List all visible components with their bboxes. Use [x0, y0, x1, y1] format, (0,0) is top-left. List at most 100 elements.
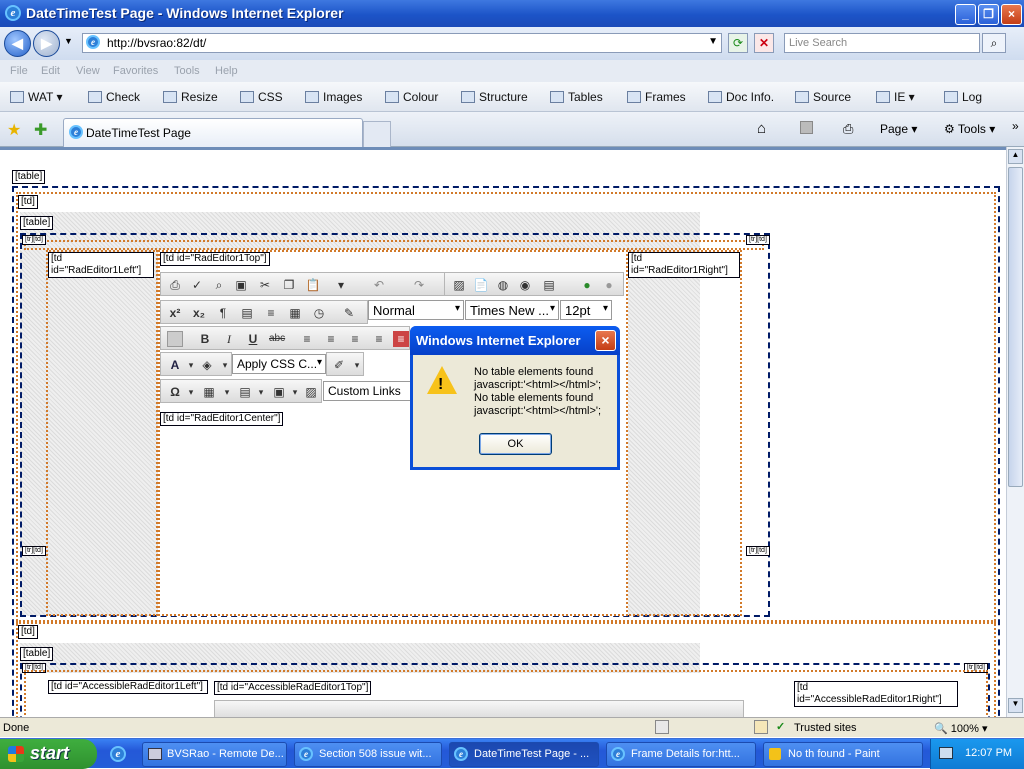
format-stripper-icon[interactable]: ✎ [341, 305, 357, 321]
log-button[interactable]: Log [944, 90, 982, 104]
cut-icon[interactable]: ✂ [257, 277, 273, 293]
format-painter-icon[interactable]: ✐ [331, 357, 347, 373]
task-section-508[interactable]: e Section 508 issue wit... [294, 742, 442, 767]
image-manager-icon[interactable]: ▨ [451, 277, 467, 293]
print-icon[interactable]: ⎙ [843, 121, 853, 137]
insert-time-icon[interactable]: ◷ [311, 305, 327, 321]
vertical-scrollbar[interactable]: ▲ ▼ [1006, 147, 1024, 717]
menu-favorites[interactable]: Favorites [113, 65, 158, 77]
spellcheck-icon[interactable]: ✓ [189, 277, 205, 293]
forward-button[interactable]: ▶ [33, 30, 60, 57]
insert-date-icon[interactable]: ▦ [287, 305, 303, 321]
strikethrough-icon[interactable]: abc [269, 331, 285, 347]
back-button[interactable]: ◀ [4, 30, 31, 57]
more-chevron-icon[interactable]: » [1012, 119, 1019, 133]
new-tab-button[interactable] [363, 121, 391, 147]
back-color-dropdown-icon[interactable]: ▾ [217, 357, 233, 373]
snippets-dropdown-icon[interactable]: ▾ [253, 384, 269, 400]
hyperlink-icon[interactable]: ● [579, 277, 595, 293]
address-field[interactable]: e http://bvsrao:82/dt/ ▼ [82, 33, 722, 53]
dialog-close-button[interactable]: × [595, 330, 616, 351]
fore-color-icon[interactable]: A [167, 357, 183, 373]
scroll-thumb[interactable] [1008, 167, 1023, 487]
format-block-icon[interactable]: ▤ [239, 305, 255, 321]
tab-datetimetest[interactable]: e DateTimeTest Page [63, 118, 363, 147]
paste-options-icon[interactable]: ▾ [333, 277, 349, 293]
fore-color-dropdown-icon[interactable]: ▾ [183, 357, 199, 373]
source-button[interactable]: Source [795, 90, 851, 104]
images-button[interactable]: Images [305, 90, 362, 104]
bold-icon[interactable]: B [197, 331, 213, 347]
home-icon[interactable]: ⌂ [757, 120, 766, 137]
underline-icon[interactable]: U [245, 331, 261, 347]
minimize-button[interactable]: _ [955, 4, 976, 25]
frames-button[interactable]: Frames [627, 90, 686, 104]
tools-menu[interactable]: ⚙ Tools ▾ [944, 122, 995, 136]
media-manager-icon[interactable]: ◉ [517, 277, 533, 293]
refresh-icon[interactable]: ⟳ [728, 33, 748, 53]
search-input[interactable]: Live Search [784, 33, 980, 53]
insert-table-icon[interactable]: ▦ [201, 384, 217, 400]
bullets-icon[interactable]: ≡ [393, 331, 409, 347]
colour-button[interactable]: Colour [385, 90, 438, 104]
paragraph-icon[interactable]: ¶ [215, 305, 231, 321]
symbols-icon[interactable]: Ω [167, 384, 183, 400]
start-button[interactable]: start [0, 739, 97, 769]
undo-icon[interactable]: ↶ [371, 277, 387, 293]
align-center-icon[interactable]: ≡ [323, 331, 339, 347]
flash-manager-icon[interactable]: ◍ [495, 277, 511, 293]
network-icon[interactable] [939, 747, 953, 759]
css-class-select[interactable]: Apply CSS C... [232, 354, 326, 374]
page-menu[interactable]: Page ▾ [880, 122, 917, 136]
justify-icon[interactable]: ≡ [371, 331, 387, 347]
stop-icon[interactable]: ✕ [754, 33, 774, 53]
css-button[interactable]: CSS [240, 90, 283, 104]
snippets-icon[interactable]: ▤ [237, 384, 253, 400]
image-map-icon[interactable]: ▨ [303, 384, 319, 400]
scroll-up-icon[interactable]: ▲ [1008, 149, 1023, 164]
superscript-icon[interactable]: x² [167, 305, 183, 321]
document-manager-icon[interactable]: 📄 [473, 277, 489, 293]
find-icon[interactable]: ⌕ [211, 277, 227, 293]
font-name-select[interactable]: Times New ... [465, 300, 559, 320]
unlink-icon[interactable]: ● [601, 277, 617, 293]
feeds-icon[interactable] [800, 121, 813, 134]
scroll-down-icon[interactable]: ▼ [1008, 698, 1023, 713]
italic-icon[interactable]: I [221, 331, 237, 347]
custom-links-select[interactable]: Custom Links [323, 381, 423, 401]
add-favorite-icon[interactable]: ✚ [34, 120, 47, 140]
task-datetimetest[interactable]: e DateTimeTest Page - ... [449, 742, 599, 767]
maximize-button[interactable]: ❐ [978, 4, 999, 25]
format-painter-dropdown-icon[interactable]: ▾ [349, 357, 365, 373]
ie-menu-button[interactable]: IE ▾ [876, 90, 915, 104]
task-paint[interactable]: No th found - Paint [763, 742, 923, 767]
redo-icon[interactable]: ↷ [411, 277, 427, 293]
doc-info-button[interactable]: Doc Info. [708, 90, 774, 104]
symbols-dropdown-icon[interactable]: ▾ [183, 384, 199, 400]
copy-icon[interactable]: ❐ [281, 277, 297, 293]
quicklaunch-ie-icon[interactable]: e [110, 746, 126, 762]
check-button[interactable]: Check [88, 90, 140, 104]
paste-icon[interactable]: 📋 [305, 277, 321, 293]
history-dropdown-icon[interactable]: ▼ [64, 36, 73, 46]
form-element-dropdown-icon[interactable]: ▾ [287, 384, 303, 400]
align-right-icon[interactable]: ≡ [347, 331, 363, 347]
close-button[interactable]: × [1001, 4, 1022, 25]
font-size-select[interactable]: 12pt [560, 300, 612, 320]
favorites-star-icon[interactable]: ★ [7, 120, 21, 140]
wat-button[interactable]: WAT ▾ [10, 90, 62, 104]
tables-button[interactable]: Tables [550, 90, 603, 104]
subscript-icon[interactable]: x₂ [191, 305, 207, 321]
search-icon[interactable]: ⌕ [982, 33, 1006, 53]
menu-help[interactable]: Help [215, 65, 238, 77]
absolute-position-icon[interactable] [167, 331, 183, 347]
align-left-icon[interactable]: ≡ [299, 331, 315, 347]
task-frame-details[interactable]: e Frame Details for:htt... [606, 742, 756, 767]
task-remote-desktop[interactable]: BVSRao - Remote De... [142, 742, 287, 767]
zoom-level[interactable]: 🔍 100% ▾ [934, 722, 987, 735]
horizontal-rule-icon[interactable]: ≡ [263, 305, 279, 321]
ok-button[interactable]: OK [479, 433, 552, 455]
insert-table-dropdown-icon[interactable]: ▾ [219, 384, 235, 400]
template-manager-icon[interactable]: ▤ [541, 277, 557, 293]
structure-button[interactable]: Structure [461, 90, 528, 104]
